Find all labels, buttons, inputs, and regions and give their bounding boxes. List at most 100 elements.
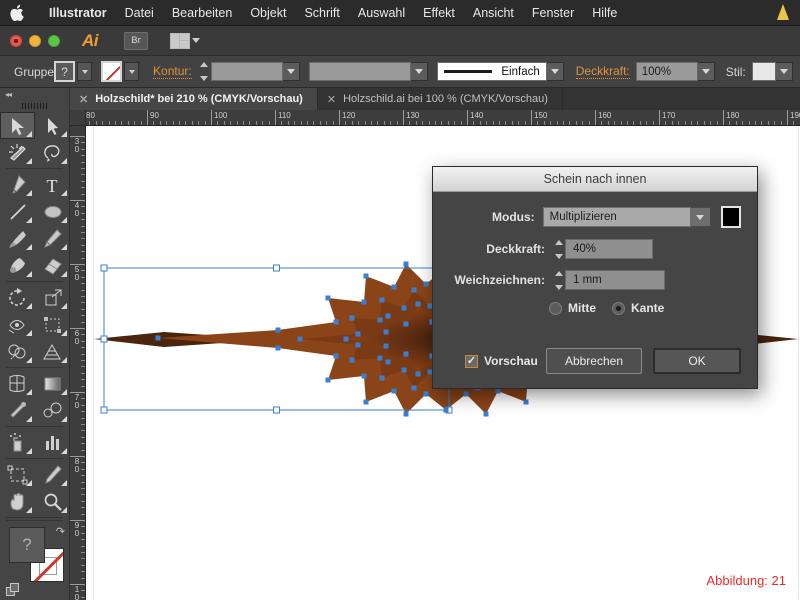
application-bar: Ai Br [0,26,800,56]
pencil-tool[interactable] [35,225,70,252]
close-window-button[interactable] [10,34,22,47]
menu-item-hilfe[interactable]: Hilfe [583,0,626,26]
dialog-opacity-value[interactable]: 40% [565,239,653,259]
blur-value[interactable]: 1 mm [565,270,665,290]
symbol-sprayer-tool[interactable] [0,429,35,456]
stroke-profile-dropdown[interactable]: Einfach [436,62,564,81]
blend-tool[interactable] [35,397,70,424]
rotate-tool[interactable] [0,284,35,311]
warning-triangle-icon[interactable] [776,4,790,26]
gradient-tool[interactable] [35,370,70,397]
menu-item-fenster[interactable]: Fenster [523,0,583,26]
default-fill-stroke-icon[interactable] [6,583,20,597]
preview-checkbox[interactable]: ✓ Vorschau [465,354,538,368]
inner-glow-dialog[interactable]: Schein nach innen Modus: Multiplizieren … [432,166,758,389]
arrange-documents-button[interactable] [170,32,200,49]
menu-item-datei[interactable]: Datei [116,0,163,26]
toolbox-fill-swatch[interactable]: ? [9,527,45,563]
menu-item-objekt[interactable]: Objekt [241,0,295,26]
selection-tool[interactable] [0,112,35,139]
line-segment-tool[interactable] [0,198,35,225]
minimize-window-button[interactable] [29,34,41,47]
blur-stepper[interactable] [553,270,564,290]
eyedropper-tool[interactable] [0,397,35,424]
mode-dropdown[interactable]: Multiplizieren [542,207,711,227]
opacity-stepper[interactable] [553,239,564,259]
blob-brush-tool[interactable] [0,252,35,279]
menu-item-ansicht[interactable]: Ansicht [464,0,523,26]
graphic-style-dropdown[interactable] [751,62,793,81]
mode-value[interactable]: Multiplizieren [542,207,691,227]
document-tab-0[interactable]: ✕ Holzschild* bei 210 % (CMYK/Vorschau) [70,88,318,110]
menu-item-schrift[interactable]: Schrift [295,0,348,26]
stroke-weight-stepper[interactable] [199,62,210,81]
lasso-tool[interactable] [35,139,70,166]
hand-tool[interactable] [0,488,35,515]
fill-dropdown-button[interactable] [77,62,93,81]
tools-panel-grip[interactable] [0,100,69,112]
stroke-weight-dropdown[interactable] [210,62,300,81]
vertical-ruler[interactable]: 30405060708090100 [70,126,86,600]
cancel-button[interactable]: Abbrechen [545,348,642,374]
width-tool[interactable] [0,311,35,338]
column-graph-tool[interactable] [35,429,70,456]
menu-item-auswahl[interactable]: Auswahl [349,0,414,26]
ruler-minor-tick [550,121,552,125]
menu-item-bearbeiten[interactable]: Bearbeiten [163,0,241,26]
stroke-variable-width-dropdown[interactable] [308,62,428,81]
menu-item-effekt[interactable]: Effekt [414,0,464,26]
pen-tool[interactable] [0,171,35,198]
apple-logo-icon[interactable] [10,4,26,22]
horizontal-ruler[interactable]: 8090100110120130140150160170180190 [86,110,800,126]
radio-kante[interactable]: Kante [612,301,664,315]
bridge-button[interactable]: Br [124,31,148,50]
close-icon[interactable]: ✕ [79,93,88,106]
ruler-minor-tick [81,590,85,592]
ruler-origin[interactable] [70,110,86,126]
ruler-minor-tick [486,121,488,125]
ruler-minor-tick [81,577,85,579]
stroke-weight-value[interactable] [210,62,283,81]
direct-selection-tool[interactable] [35,112,70,139]
close-icon[interactable]: ✕ [327,93,336,106]
fill-swatch[interactable]: ? [54,61,76,82]
ruler-minor-tick [115,121,116,125]
stroke-swatch-control[interactable] [101,61,140,82]
maximize-window-button[interactable] [48,34,60,47]
ruler-minor-tick [729,121,731,125]
ruler-minor-tick [748,121,750,125]
eraser-tool[interactable] [35,252,70,279]
glow-color-swatch[interactable] [720,206,741,228]
fill-swatch-control[interactable]: ? [54,61,93,82]
tools-divider [6,168,63,169]
shape-builder-tool[interactable] [0,338,35,365]
artboard-tool[interactable] [0,461,35,488]
stroke-dropdown-button[interactable] [124,62,140,81]
scale-tool[interactable] [35,284,70,311]
stroke-profile-preview[interactable]: Einfach [436,62,547,81]
ruler-minor-tick [81,232,85,233]
paintbrush-tool[interactable] [0,225,35,252]
ok-button[interactable]: OK [653,348,741,374]
ruler-minor-tick [665,121,667,125]
zoom-tool[interactable] [35,488,70,515]
menu-item-illustrator[interactable]: Illustrator [40,0,116,26]
ellipse-tool[interactable] [35,198,70,225]
document-tab-1[interactable]: ✕ Holzschild.ai bei 100 % (CMYK/Vorschau… [318,88,563,110]
opacity-dropdown[interactable]: 100% [635,62,715,81]
slice-tool[interactable] [35,461,70,488]
perspective-grid-tool[interactable] [35,338,70,365]
stroke-swatch[interactable] [101,61,123,82]
swap-fill-stroke-icon[interactable]: ↷ [56,525,65,538]
stroke-weight-control[interactable] [199,62,300,81]
tools-panel-collapse-button[interactable]: ◂◂ [0,88,69,100]
control-bar: Gruppe ? Kontur: Einfach Deckkraft: 100%… [0,56,800,88]
magic-wand-tool[interactable] [0,139,35,166]
mesh-tool[interactable] [0,370,35,397]
dialog-title: Schein nach innen [433,167,757,192]
opacity-value[interactable]: 100% [635,62,698,81]
free-transform-tool[interactable] [35,311,70,338]
ruler-minor-tick [755,121,756,125]
type-tool[interactable]: T [35,171,70,198]
radio-mitte[interactable]: Mitte [549,301,596,315]
